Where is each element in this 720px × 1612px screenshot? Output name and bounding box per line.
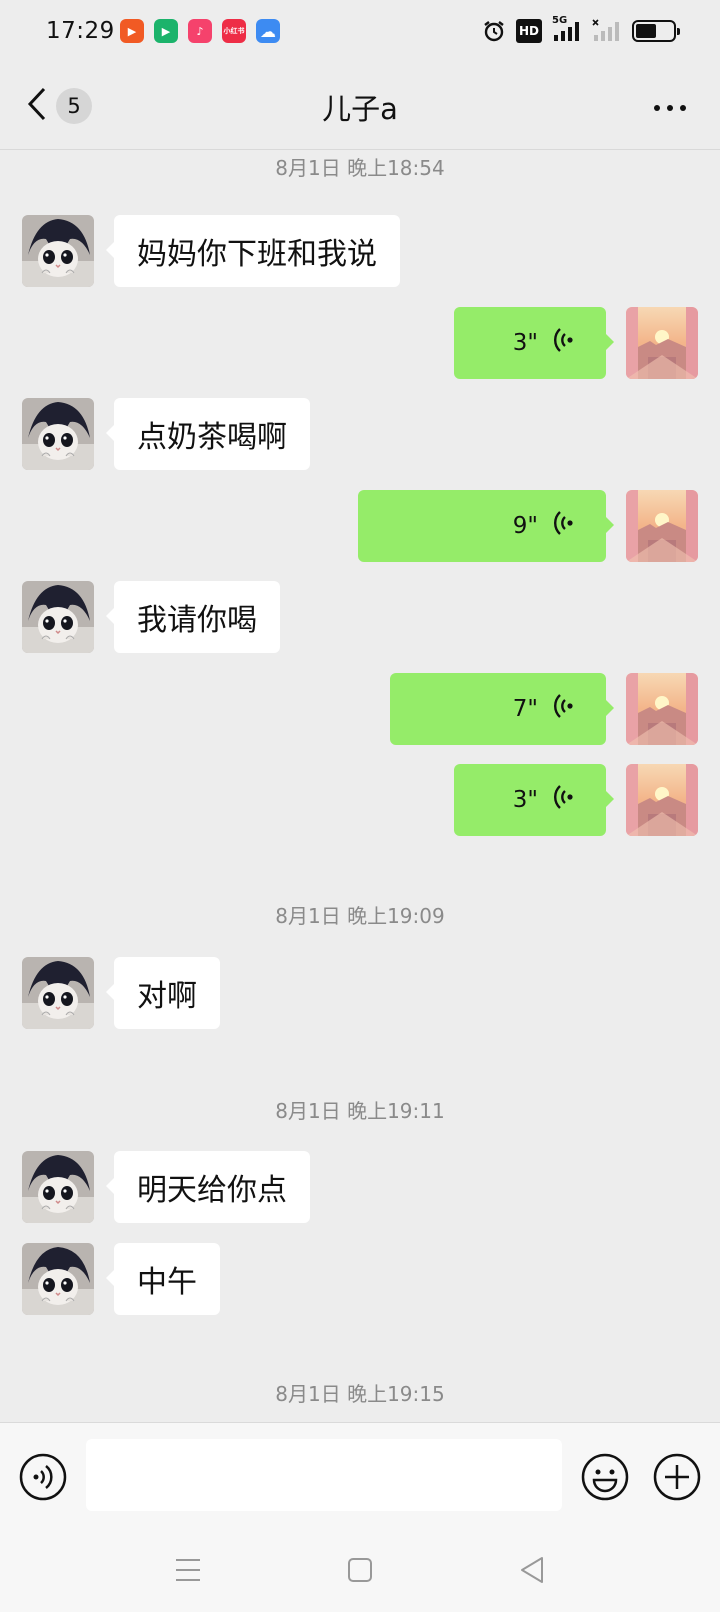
xiaohongshu-icon: 小红书 — [222, 19, 246, 43]
input-bar — [0, 1422, 720, 1528]
emoji-icon — [580, 1453, 630, 1506]
contact-avatar[interactable] — [22, 581, 94, 653]
contact-avatar[interactable] — [22, 398, 94, 470]
text-message-bubble[interactable]: 我请你喝 — [106, 581, 280, 653]
message-text: 妈妈你下班和我说 — [137, 237, 377, 272]
my-avatar[interactable] — [626, 673, 698, 745]
voice-mode-icon — [18, 1453, 68, 1506]
voice-message-bubble[interactable]: 7" — [390, 673, 614, 745]
message-timestamp: 8月1日 晚上19:09 — [275, 904, 445, 928]
contact-avatar[interactable] — [22, 215, 94, 287]
message-timestamp: 8月1日 晚上19:11 — [275, 1099, 445, 1123]
message-input[interactable] — [86, 1439, 562, 1511]
music-app-icon: ♪ — [188, 19, 212, 43]
voice-input-button[interactable] — [18, 1452, 68, 1502]
my-avatar[interactable] — [626, 764, 698, 836]
chat-header: 5 儿子a — [0, 62, 720, 150]
message-timestamp: 8月1日 晚上19:15 — [275, 1382, 445, 1406]
voice-duration: 3" — [512, 330, 538, 356]
text-message-bubble[interactable]: 点奶茶喝啊 — [106, 398, 310, 470]
voice-duration: 7" — [512, 696, 538, 722]
text-message-bubble[interactable]: 妈妈你下班和我说 — [106, 215, 400, 287]
weather-app-icon: ☁ — [256, 19, 280, 43]
voice-message-bubble[interactable]: 9" — [358, 490, 614, 562]
voice-wave-icon — [550, 508, 576, 544]
back-nav-button[interactable] — [512, 1550, 552, 1590]
voice-duration: 9" — [512, 513, 538, 539]
emoji-button[interactable] — [580, 1452, 630, 1502]
my-avatar[interactable] — [626, 307, 698, 379]
contact-avatar[interactable] — [22, 957, 94, 1029]
contact-avatar[interactable] — [22, 1243, 94, 1315]
voice-wave-icon — [550, 325, 576, 361]
voice-message-bubble[interactable]: 3" — [454, 764, 614, 836]
text-message-bubble[interactable]: 明天给你点 — [106, 1151, 310, 1223]
more-options-button[interactable] — [650, 90, 690, 122]
system-nav-bar — [0, 1528, 720, 1612]
voice-wave-icon — [550, 782, 576, 818]
square-icon — [340, 1558, 380, 1594]
alarm-icon — [482, 19, 506, 43]
text-message-bubble[interactable]: 对啊 — [106, 957, 220, 1029]
signal-5g-icon: 5G — [552, 15, 582, 43]
network-label: 5G — [552, 15, 568, 26]
battery-icon — [632, 20, 680, 42]
voice-message-bubble[interactable]: 3" — [454, 307, 614, 379]
more-dots-icon — [653, 97, 687, 116]
plus-icon — [652, 1453, 702, 1506]
message-text: 点奶茶喝啊 — [137, 420, 287, 455]
video-app-icon: ▶ — [120, 19, 144, 43]
recent-apps-button[interactable] — [168, 1550, 208, 1590]
text-message-bubble[interactable]: 中午 — [106, 1243, 220, 1315]
menu-lines-icon — [168, 1559, 208, 1594]
my-avatar[interactable] — [626, 490, 698, 562]
message-text: 明天给你点 — [137, 1173, 287, 1208]
battery-fill — [636, 24, 656, 38]
triangle-back-icon — [512, 1557, 552, 1594]
message-text: 对啊 — [137, 979, 197, 1014]
message-text: 我请你喝 — [137, 603, 257, 638]
voice-wave-icon — [550, 691, 576, 727]
signal-sim2-icon — [592, 19, 622, 43]
message-text: 中午 — [137, 1265, 197, 1300]
voice-duration: 3" — [512, 787, 538, 813]
chat-title: 儿子a — [322, 92, 398, 126]
tencent-video-icon: ▶ — [154, 19, 178, 43]
status-bar: 17:29 ▶ ▶ ♪ 小红书 ☁ HD 5G — [0, 0, 720, 62]
more-functions-button[interactable] — [652, 1452, 702, 1502]
status-time: 17:29 — [46, 18, 115, 44]
message-timestamp: 8月1日 晚上18:54 — [275, 156, 445, 180]
hd-voice-icon: HD — [515, 19, 542, 43]
status-system-icons: HD 5G — [482, 15, 680, 43]
status-app-icons: ▶ ▶ ♪ 小红书 ☁ — [120, 19, 280, 43]
contact-avatar[interactable] — [22, 1151, 94, 1223]
home-button[interactable] — [340, 1550, 380, 1590]
